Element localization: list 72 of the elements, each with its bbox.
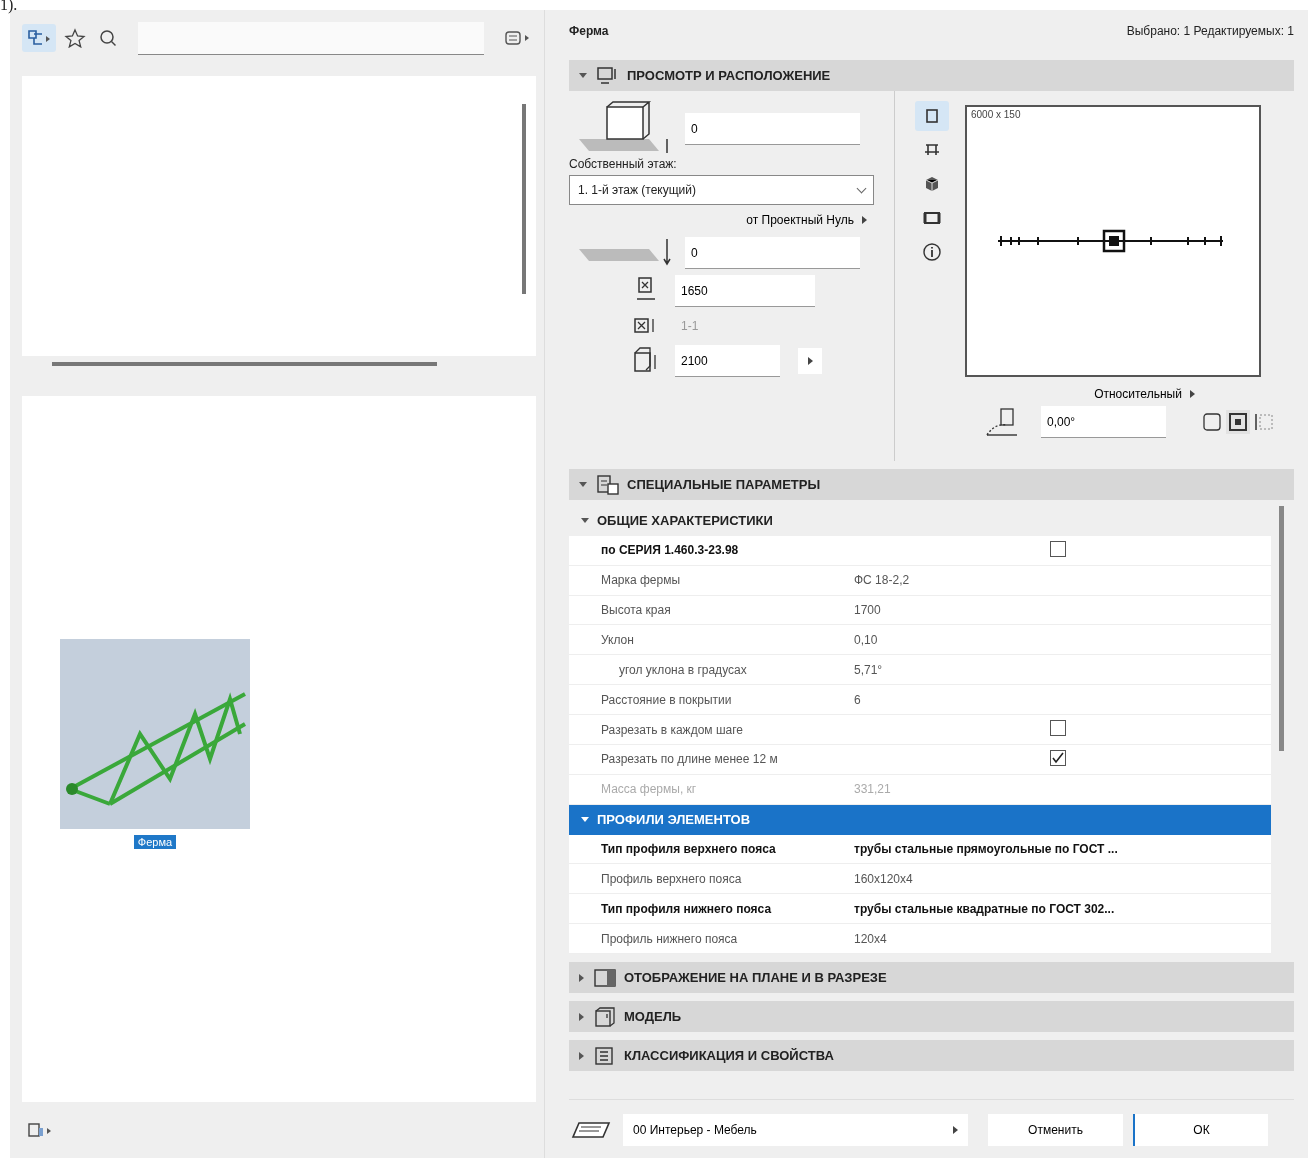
angle-field[interactable]: 0,00° <box>1041 406 1166 438</box>
group-header[interactable]: ПРОФИЛИ ЭЛЕМЕНТОВ <box>569 804 1271 835</box>
parameter-value[interactable]: трубы стальные квадратные по ГОСТ 302... <box>854 901 1271 916</box>
section-header[interactable]: ОТОБРАЖЕНИЕ НА ПЛАНЕ И В РАЗРЕЗЕ <box>569 962 1294 993</box>
search-field[interactable] <box>138 21 484 55</box>
layer-dropdown[interactable]: 00 Интерьер - Мебель <box>623 1114 968 1146</box>
field-label: Собственный этаж: <box>569 157 678 171</box>
parameter-label: Тип профиля нижнего пояса <box>600 901 773 916</box>
star-icon <box>64 28 86 48</box>
parameter-label: Высота края <box>600 603 672 618</box>
parameter-value[interactable]: 5,71° <box>854 662 1271 677</box>
parameter-label: Тип профиля верхнего пояса <box>600 842 777 857</box>
reference-dropdown[interactable]: от Проектный Нуль <box>744 209 869 231</box>
parameter-value[interactable]: трубы стальные прямоугольные по ГОСТ ... <box>854 842 1271 857</box>
item-label[interactable]: Ферма <box>133 835 177 849</box>
group-header[interactable]: ОБЩИЕ ХАРАКТЕРИСТИКИ <box>569 506 1271 536</box>
section-title: ОТОБРАЖЕНИЕ НА ПЛАНЕ И В РАЗРЕЗЕ <box>624 970 887 985</box>
preview-dimensions: 6000 x 150 <box>971 109 1021 120</box>
parameter-value[interactable]: 0,10 <box>854 632 1271 647</box>
parameter-label: Масса фермы, кг <box>600 782 698 797</box>
checkbox-icon <box>1202 412 1222 432</box>
checkbox[interactable] <box>1050 540 1066 557</box>
info-icon <box>922 242 942 262</box>
tree-icon <box>26 28 52 48</box>
section-header[interactable]: СПЕЦИАЛЬНЫЕ ПАРАМЕТРЫ <box>569 469 1294 500</box>
section-title: СПЕЦИАЛЬНЫЕ ПАРАМЕТРЫ <box>627 477 821 492</box>
ok-button[interactable]: ОК <box>1133 1114 1268 1146</box>
scrollbar[interactable] <box>52 362 437 366</box>
scrollbar[interactable] <box>1279 506 1284 751</box>
section-header[interactable]: КЛАССИФИКАЦИЯ И СВОЙСТВА <box>569 1040 1294 1071</box>
parameter-label: по СЕРИЯ 1.460.3-23.98 <box>600 543 740 558</box>
cancel-button[interactable]: Отменить <box>988 1114 1123 1146</box>
parameter-value[interactable]: 160х120х4 <box>854 871 1271 886</box>
checkbox[interactable] <box>1050 750 1066 767</box>
section-title: КЛАССИФИКАЦИЯ И СВОЙСТВА <box>624 1048 834 1063</box>
parameter-label: угол уклона в градусах <box>618 662 748 677</box>
box-icon <box>592 1005 618 1028</box>
parameter-label: Расстояние в покрытии <box>600 692 733 707</box>
selection-info: Выбрано: 1 Редактируемых: 1 <box>1126 24 1294 38</box>
parameter-label: Профиль верхнего пояса <box>600 871 743 886</box>
view-button[interactable] <box>915 101 949 131</box>
panel-icon <box>592 966 618 989</box>
anchor-center-icon <box>1228 412 1248 432</box>
checkbox[interactable] <box>1050 720 1066 737</box>
dialog-title: Ферма <box>569 24 609 38</box>
length-field[interactable]: 2100 <box>675 345 780 377</box>
parameter-value[interactable]: 1700 <box>854 603 1271 618</box>
parameter-label: Профиль нижнего пояса <box>600 931 739 946</box>
parameter-value[interactable]: 6 <box>854 692 1271 707</box>
section-header[interactable]: ПРОСМОТР И РАСПОЛОЖЕНИЕ <box>569 60 1294 91</box>
parameter-label: Уклон <box>600 632 635 647</box>
section-header[interactable]: МОДЕЛЬ <box>569 1001 1294 1032</box>
library-tree-button[interactable] <box>22 24 56 52</box>
anchor-mode-dropdown[interactable]: Относительный <box>1092 383 1197 405</box>
elevation-field[interactable]: 0 <box>685 237 860 269</box>
anchor-side-icon <box>1254 412 1274 432</box>
scrollbar[interactable] <box>522 104 526 294</box>
parameter-label: Марка фермы <box>600 573 682 588</box>
parameter-value[interactable]: 120х4 <box>854 931 1271 946</box>
height-field[interactable]: 1650 <box>675 275 815 307</box>
arrow-button[interactable] <box>798 348 822 374</box>
section-title: ПРОСМОТР И РАСПОЛОЖЕНИЕ <box>627 68 831 83</box>
parameter-value[interactable]: ФС 18-2,2 <box>854 573 1271 588</box>
parameter-label: Разрезать по длине менее 12 м <box>600 752 779 767</box>
mirror-checkbox[interactable] <box>1200 410 1224 434</box>
settings-sheet-icon <box>595 472 621 497</box>
width-value: 1-1 <box>680 318 700 335</box>
story-dropdown[interactable]: 1. 1-й этаж (текущий) <box>569 175 874 205</box>
anchor-button[interactable] <box>1226 410 1250 434</box>
section-title: МОДЕЛЬ <box>624 1009 682 1024</box>
parameter-label: Разрезать в каждом шаге <box>600 722 744 737</box>
offset-field[interactable]: 0 <box>685 113 860 145</box>
